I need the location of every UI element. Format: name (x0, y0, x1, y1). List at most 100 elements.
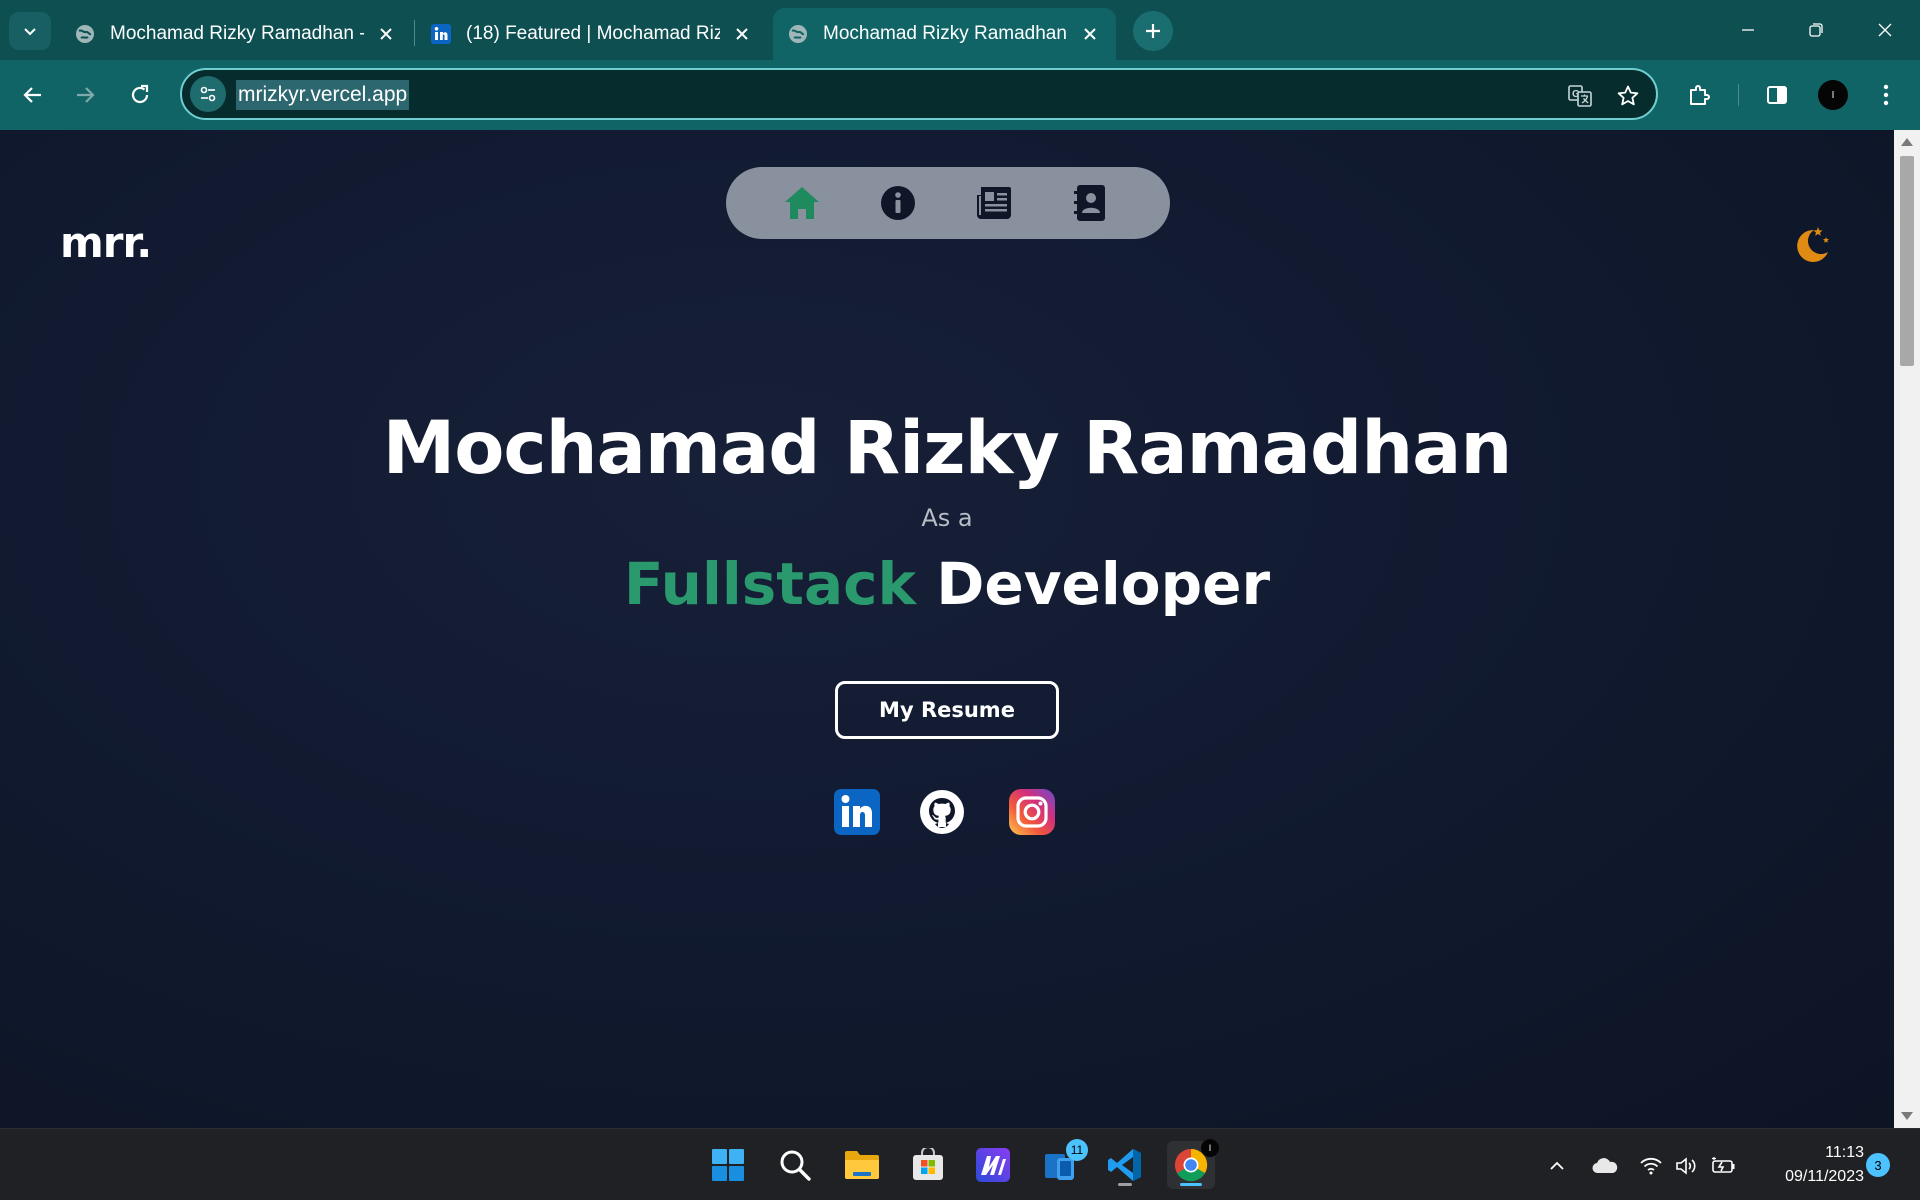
page-scrollbar[interactable] (1894, 130, 1920, 1128)
tab-title: (18) Featured | Mochamad Rizk (466, 23, 720, 44)
side-panel-button[interactable] (1756, 74, 1798, 116)
tab-title: Mochamad Rizky Ramadhan - (823, 23, 1068, 44)
kebab-menu-icon (1883, 84, 1889, 106)
notification-count-badge[interactable]: 3 (1866, 1153, 1890, 1177)
close-icon[interactable] (374, 22, 398, 46)
info-icon (881, 186, 915, 220)
hero-role: Fullstack Developer (0, 550, 1894, 618)
translate-icon[interactable]: G (1564, 80, 1596, 112)
battery-icon[interactable] (1709, 1151, 1739, 1181)
address-book-icon (1074, 185, 1105, 221)
running-indicator (1118, 1183, 1132, 1186)
volume-icon[interactable] (1672, 1151, 1702, 1181)
tab-separator (414, 20, 415, 46)
globe-icon (74, 23, 96, 45)
clock-time: 11:13 (1825, 1144, 1864, 1161)
forward-button[interactable] (64, 74, 106, 116)
address-bar[interactable]: mrizkyr.vercel.app G (180, 68, 1658, 120)
url-text[interactable]: mrizkyr.vercel.app (236, 80, 410, 110)
browser-tab-1[interactable]: Mochamad Rizky Ramadhan - (60, 8, 412, 60)
back-button[interactable] (12, 74, 54, 116)
scroll-up-arrow-icon[interactable] (1901, 138, 1913, 146)
restore-button[interactable] (1793, 10, 1839, 50)
wifi-icon[interactable] (1636, 1151, 1666, 1181)
profile-badge: I (1201, 1139, 1219, 1157)
onedrive-cloud-icon[interactable] (1590, 1151, 1620, 1181)
folder-icon (845, 1151, 879, 1179)
hero-role-accent: Fullstack (623, 550, 917, 618)
linkedin-link[interactable] (833, 788, 881, 836)
globe-icon (787, 23, 809, 45)
taskbar-phone-link[interactable]: 11 (1036, 1139, 1088, 1189)
arrow-left-icon (23, 87, 41, 103)
extensions-button[interactable] (1678, 74, 1720, 116)
chrome-menu-button[interactable] (1865, 74, 1907, 116)
nav-home[interactable] (780, 181, 824, 225)
tab-search-button[interactable] (9, 12, 51, 50)
ma-app-icon (976, 1148, 1010, 1182)
profile-avatar[interactable]: I (1818, 80, 1848, 110)
site-logo[interactable]: mrr. (60, 218, 152, 267)
windows-icon (712, 1149, 744, 1181)
home-icon (785, 187, 819, 219)
store-icon (913, 1148, 943, 1180)
scroll-down-arrow-icon[interactable] (1901, 1112, 1913, 1120)
minimize-icon (1742, 29, 1754, 31)
clock-date: 09/11/2023 (1785, 1168, 1864, 1185)
hero-name: Mochamad Rizky Ramadhan (382, 406, 1513, 491)
restore-icon (1809, 23, 1823, 37)
new-tab-button[interactable] (1133, 11, 1173, 51)
windows-taskbar: 11 I 11:13 09/11/2023 3 (0, 1128, 1920, 1200)
reload-button[interactable] (119, 74, 161, 116)
browser-toolbar: mrizkyr.vercel.app G (0, 60, 1920, 130)
browser-tab-2[interactable]: (18) Featured | Mochamad Rizk (416, 8, 768, 60)
scroll-thumb[interactable] (1900, 156, 1914, 366)
taskbar-file-explorer[interactable] (838, 1141, 886, 1189)
minimize-button[interactable] (1725, 10, 1771, 50)
resume-button[interactable]: My Resume (835, 681, 1059, 739)
close-icon[interactable] (730, 22, 754, 46)
moon-stars-icon (1797, 227, 1829, 262)
close-icon (1878, 23, 1892, 37)
puzzle-icon (1690, 85, 1710, 105)
tray-overflow-chevron-icon[interactable] (1542, 1151, 1572, 1181)
browser-tab-bar: Mochamad Rizky Ramadhan - (18) Featured … (0, 0, 1920, 60)
linkedin-icon (430, 23, 452, 45)
taskbar-chrome[interactable]: I (1167, 1139, 1219, 1189)
close-icon[interactable] (1078, 22, 1102, 46)
nav-about[interactable] (876, 181, 920, 225)
github-link[interactable] (918, 788, 966, 836)
taskbar-vscode[interactable] (1101, 1141, 1149, 1189)
instagram-icon (1009, 789, 1055, 835)
taskbar-start[interactable] (704, 1141, 752, 1189)
search-icon (780, 1150, 811, 1181)
tab-title: Mochamad Rizky Ramadhan - (110, 23, 364, 44)
taskbar-search[interactable] (771, 1141, 819, 1189)
github-icon (920, 790, 964, 834)
close-window-button[interactable] (1862, 10, 1908, 50)
newspaper-icon (977, 187, 1011, 219)
vscode-icon (1108, 1149, 1141, 1181)
taskbar-store[interactable] (904, 1141, 952, 1189)
site-settings-icon[interactable] (190, 76, 226, 112)
nav-blog[interactable] (972, 181, 1016, 225)
browser-tab-3[interactable]: Mochamad Rizky Ramadhan - (773, 8, 1116, 60)
chevron-down-icon (24, 28, 36, 36)
reload-icon (131, 84, 149, 104)
hero-as-label: As a (921, 504, 973, 532)
hero-role-rest: Developer (936, 550, 1271, 618)
active-indicator (1180, 1183, 1202, 1186)
taskbar-app-blue[interactable] (969, 1141, 1017, 1189)
linkedin-icon (834, 789, 880, 835)
plus-icon (1146, 24, 1160, 38)
theme-toggle-button[interactable] (1790, 222, 1834, 266)
side-panel-icon (1767, 86, 1787, 104)
profile-initial: I (1831, 89, 1835, 101)
bookmark-star-icon[interactable] (1612, 80, 1644, 112)
toolbar-divider (1738, 84, 1739, 106)
nav-contact[interactable] (1068, 181, 1112, 225)
instagram-link[interactable] (1008, 788, 1056, 836)
system-clock[interactable]: 11:13 09/11/2023 (1744, 1141, 1864, 1189)
webpage: mrr. Mochamad Rizky Ramadhan As a Fullst… (0, 130, 1894, 1128)
site-nav (726, 167, 1170, 239)
